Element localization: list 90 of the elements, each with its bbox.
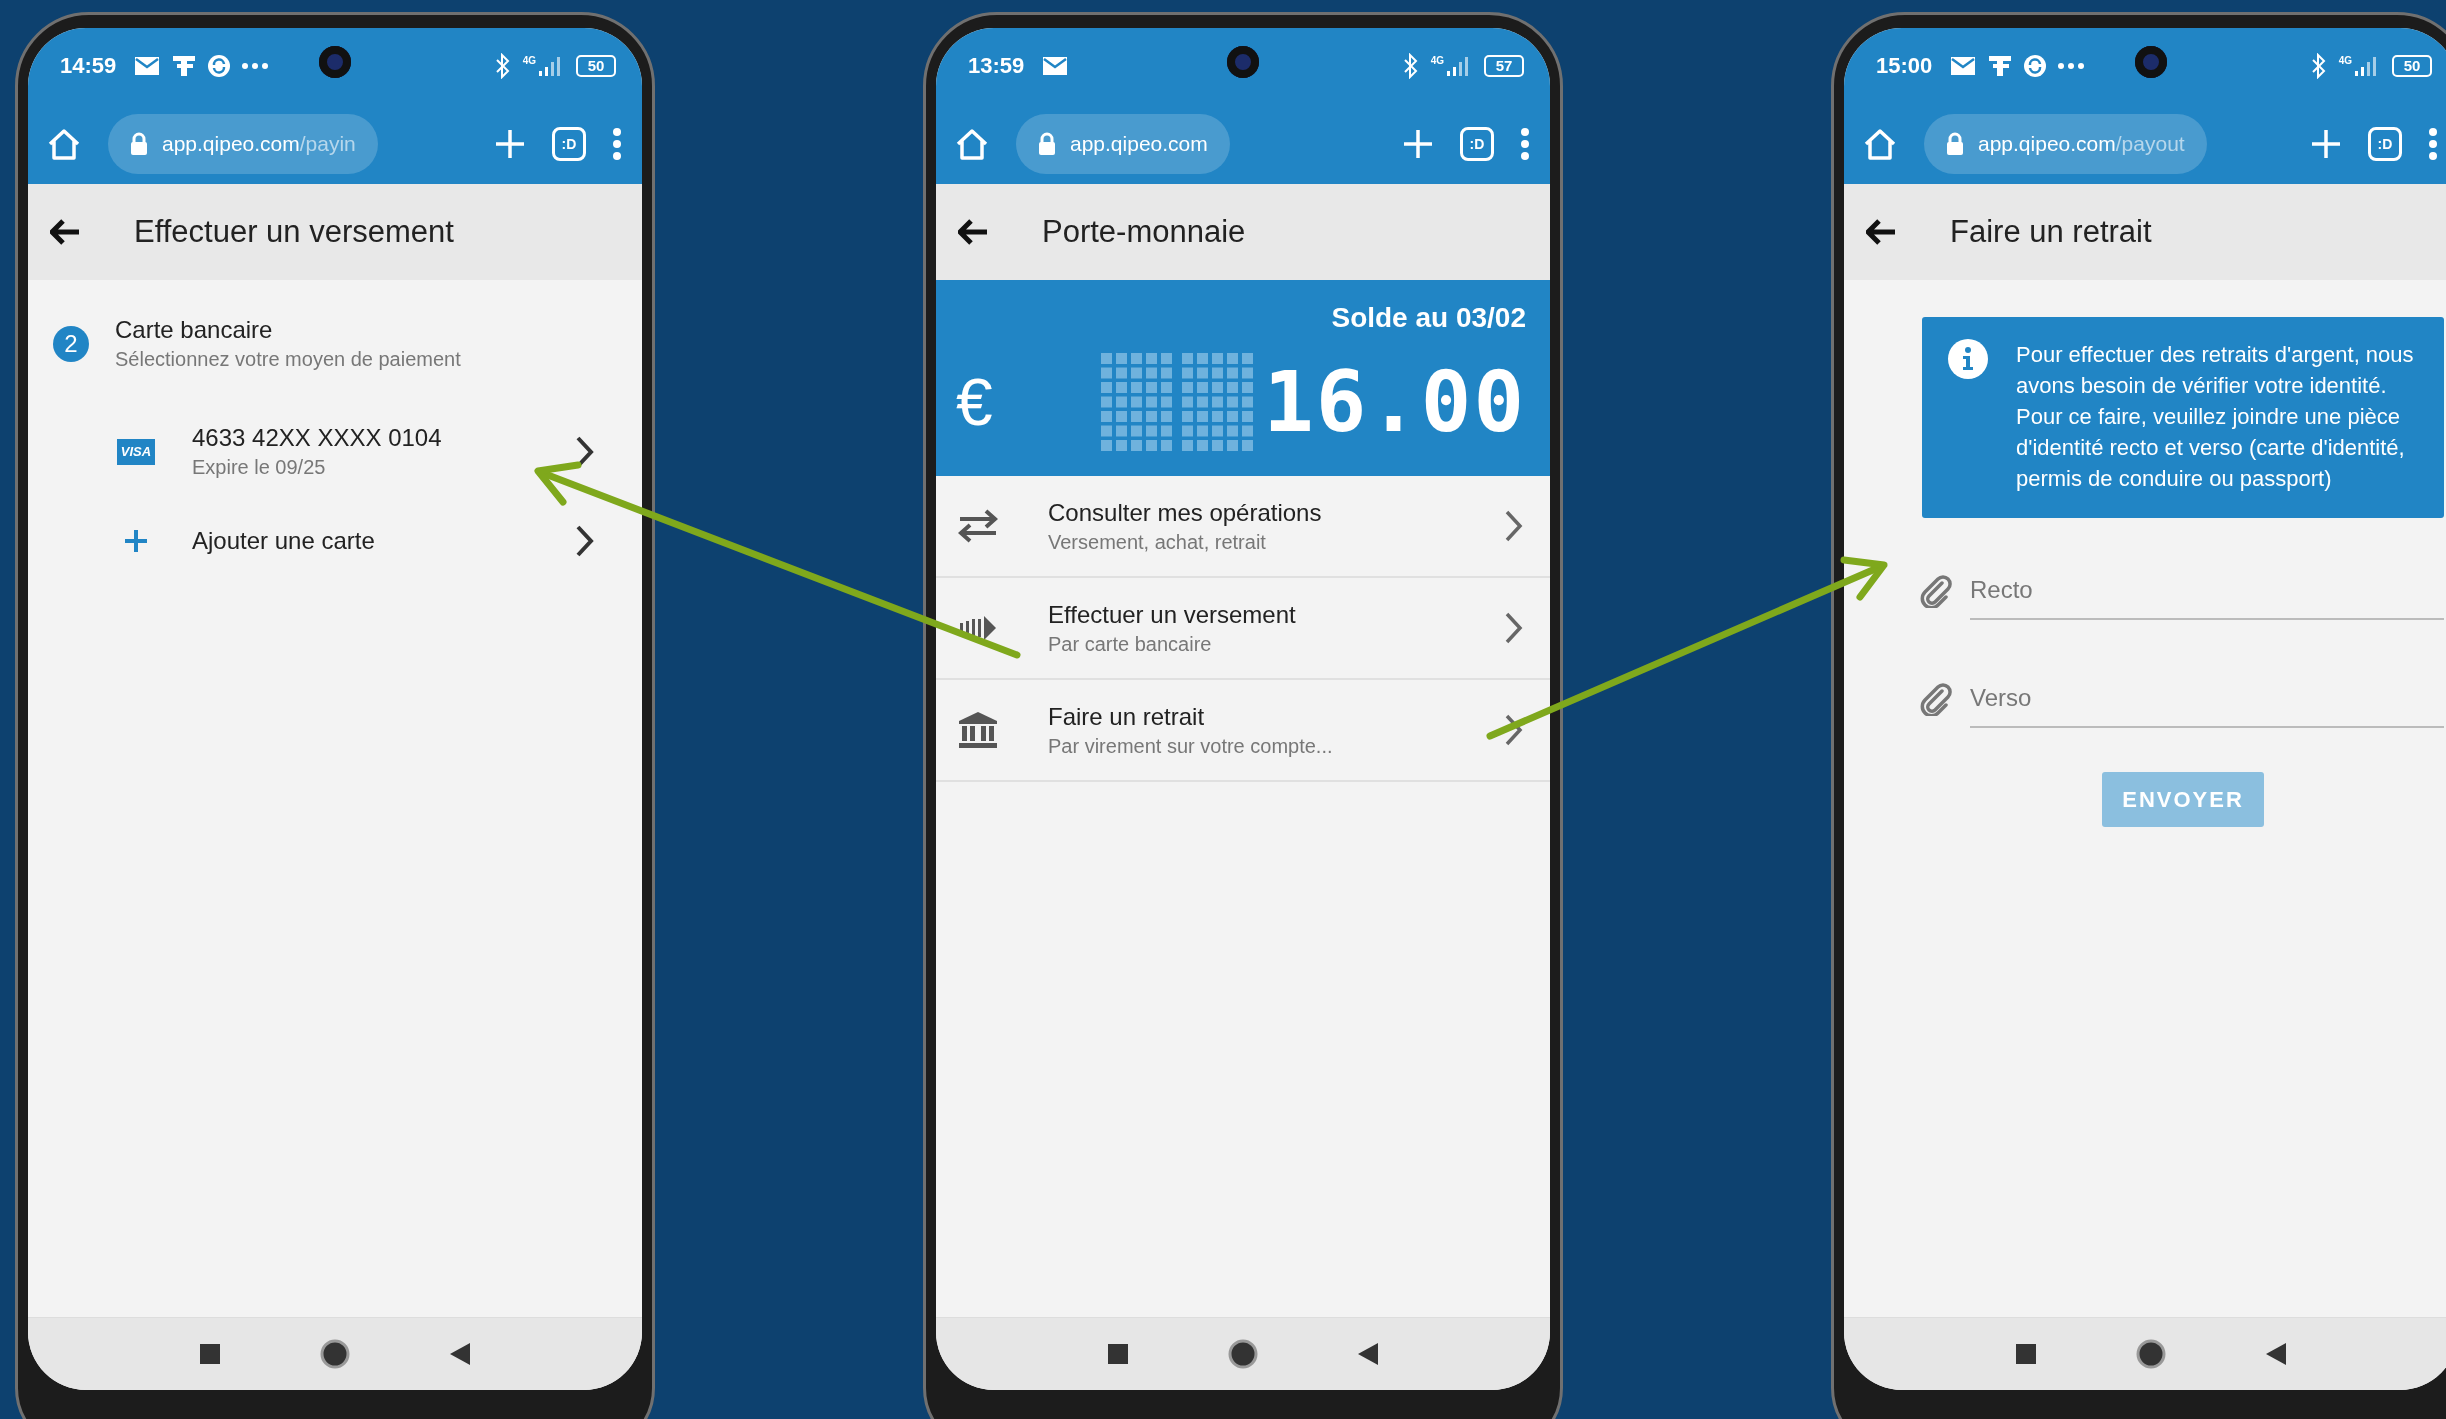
url-text: app.qipeo.com: [1070, 132, 1208, 156]
circle-app-icon: [208, 55, 231, 77]
menu-item[interactable]: Effectuer un versement Par carte bancaire: [936, 578, 1550, 680]
more-icon: [242, 63, 269, 69]
step-number: 2: [53, 325, 89, 362]
home-button-icon[interactable]: [2136, 1339, 2166, 1369]
back-icon[interactable]: [1358, 1343, 1378, 1365]
lock-icon: [130, 132, 148, 156]
step-subtitle: Sélectionnez votre moyen de paiement: [115, 348, 461, 371]
tabs-button[interactable]: :D: [552, 127, 586, 161]
currency-symbol: €: [956, 364, 993, 440]
item-subtitle: Par virement sur votre compte...: [1048, 734, 1334, 758]
home-button-icon[interactable]: [1228, 1339, 1258, 1369]
status-time: 13:59: [968, 53, 1025, 79]
back-icon[interactable]: [450, 1343, 470, 1365]
app-icon: [1988, 55, 2013, 77]
page-title: Faire un retrait: [1950, 214, 2152, 250]
chevron-icon: [1504, 713, 1524, 747]
lock-icon: [1038, 132, 1056, 156]
menu-item[interactable]: Consulter mes opérations Versement, achat, retrait: [936, 476, 1550, 578]
app-icon: [172, 55, 197, 77]
arrow-bars-icon: [958, 615, 998, 641]
paperclip-icon: [1920, 682, 1952, 716]
mail-icon: [134, 56, 161, 76]
tabs-button[interactable]: :D: [1460, 127, 1494, 161]
bluetooth-icon: [2310, 53, 2327, 79]
card-logo: VISA: [117, 438, 155, 465]
plus-icon[interactable]: [2310, 128, 2342, 160]
item-subtitle: Par carte bancaire: [1048, 632, 1213, 656]
status-time: 14:59: [60, 53, 117, 79]
add-card-row[interactable]: Ajouter une carte: [28, 496, 642, 585]
menu-item[interactable]: Faire un retrait Par virement sur votre compte...: [936, 680, 1550, 782]
card-row[interactable]: VISA 4633 42XX XXXX 0104 Expire le 09/25: [28, 407, 642, 496]
battery-level: 50: [2392, 55, 2432, 77]
page-title: Porte-monnaie: [1042, 214, 1246, 250]
network-label: 4G: [522, 55, 536, 66]
bank-icon: [958, 711, 998, 749]
input-field[interactable]: Verso: [1970, 670, 2444, 728]
chevron-icon: [1504, 509, 1524, 543]
status-time: 15:00: [1876, 53, 1933, 79]
menu-icon[interactable]: [612, 128, 622, 160]
balance-amount: 16.00: [1263, 352, 1526, 452]
dot-grid-icon: [1182, 353, 1254, 451]
bluetooth-icon: [1402, 53, 1419, 79]
item-title: Effectuer un versement: [1048, 600, 1297, 629]
dot-grid-icon: [1101, 353, 1173, 451]
address-bar[interactable]: app.qipeo.com/payin: [108, 114, 378, 174]
url-text: app.qipeo.com/payin: [162, 132, 356, 156]
circle-app-icon: [2024, 55, 2047, 77]
network-label: 4G: [1430, 55, 1444, 66]
bluetooth-icon: [494, 53, 511, 79]
item-subtitle: Versement, achat, retrait: [1048, 530, 1267, 554]
address-bar[interactable]: app.qipeo.com: [1016, 114, 1230, 174]
mail-icon: [1042, 56, 1069, 76]
battery-level: 50: [576, 55, 616, 77]
chevron-icon: [575, 523, 595, 558]
item-title: Consulter mes opérations: [1048, 498, 1323, 527]
menu-icon[interactable]: [1520, 128, 1530, 160]
more-icon: [2058, 63, 2085, 69]
chevron-icon: [1504, 611, 1524, 645]
menu-icon[interactable]: [2428, 128, 2438, 160]
row-title: Ajouter une carte: [192, 526, 376, 555]
lock-icon: [1946, 132, 1964, 156]
swap-arrows-icon: [958, 509, 998, 543]
plus-icon[interactable]: [1402, 128, 1434, 160]
back-arrow-icon[interactable]: [50, 219, 80, 245]
info-text: Pour effectuer des retraits d'argent, nous avons besoin de vérifier votre identité. Pour ce faire, veuillez joindre une pièce d'identité recto et verso (carte d'identité, permis de conduire ou passport): [2016, 341, 2415, 493]
battery-level: 57: [1484, 55, 1524, 77]
item-title: Faire un retrait: [1048, 702, 1206, 731]
balance-date: Solde au 03/02: [1330, 302, 1526, 334]
plus-icon[interactable]: [494, 128, 526, 160]
row-title: 4633 42XX XXXX 0104: [192, 424, 443, 452]
back-icon[interactable]: [2266, 1343, 2286, 1365]
mail-icon: [1950, 56, 1977, 76]
info-icon: [1948, 339, 1988, 379]
paperclip-icon: [1920, 574, 1952, 608]
url-text: app.qipeo.com/payout: [1978, 132, 2185, 156]
address-bar[interactable]: app.qipeo.com/payout: [1924, 114, 2207, 174]
home-icon[interactable]: [46, 126, 82, 162]
page-title: Effectuer un versement: [134, 214, 454, 250]
back-arrow-icon[interactable]: [958, 219, 988, 245]
network-label: 4G: [2338, 55, 2352, 66]
home-icon[interactable]: [954, 126, 990, 162]
tabs-button[interactable]: :D: [2368, 127, 2402, 161]
back-arrow-icon[interactable]: [1866, 219, 1896, 245]
step-title: Carte bancaire: [115, 316, 274, 344]
row-subtitle: Expire le 09/25: [192, 456, 327, 479]
input-field[interactable]: Recto: [1970, 562, 2444, 620]
home-icon[interactable]: [1862, 126, 1898, 162]
home-button-icon[interactable]: [320, 1339, 350, 1369]
